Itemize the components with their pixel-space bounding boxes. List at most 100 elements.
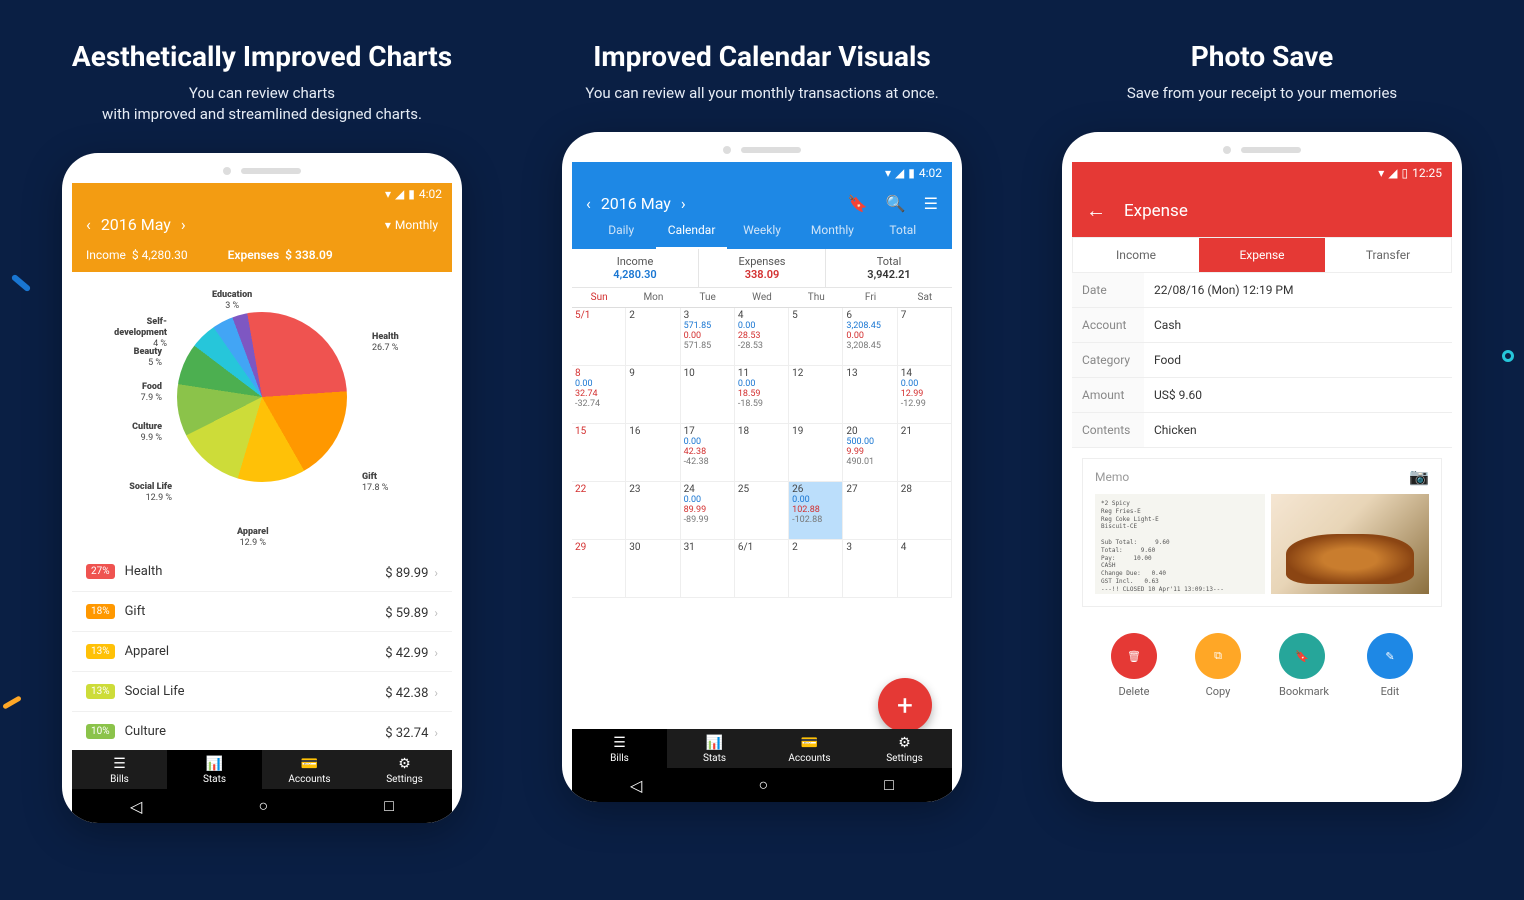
type-tab-income[interactable]: Income — [1073, 238, 1199, 272]
recent-button[interactable]: □ — [884, 775, 894, 795]
search-icon[interactable]: 🔍 — [886, 194, 906, 213]
calendar-cell[interactable]: 10 — [681, 366, 735, 424]
field-value-amount[interactable]: US$ 9.60 — [1144, 378, 1452, 412]
category-row[interactable]: 27%Health$ 89.99› — [72, 552, 452, 592]
percent-badge: 10% — [86, 724, 115, 739]
nav-tab-stats[interactable]: 📊Stats — [667, 729, 762, 768]
bookmark-button[interactable]: 🔖Bookmark — [1279, 633, 1329, 698]
calendar-cell[interactable]: 110.0018.59-18.59 — [735, 366, 789, 424]
next-month-button[interactable]: › — [181, 215, 186, 234]
category-row[interactable]: 13%Apparel$ 42.99› — [72, 632, 452, 672]
calendar-cell[interactable]: 140.0012.99-12.99 — [898, 366, 952, 424]
category-row[interactable]: 18%Gift$ 59.89› — [72, 592, 452, 632]
calendar-cell[interactable]: 3571.850.00571.85 — [681, 308, 735, 366]
add-button[interactable]: + — [878, 678, 932, 732]
bottom-nav: ☰Bills📊Stats💳Accounts⚙Settings — [72, 750, 452, 789]
calendar-cell[interactable]: 18 — [735, 424, 789, 482]
calendar-cell[interactable]: 27 — [843, 482, 897, 540]
nav-tab-stats[interactable]: 📊Stats — [167, 750, 262, 789]
field-label: Amount — [1072, 378, 1144, 412]
next-month-button[interactable]: › — [681, 194, 686, 213]
calendar-cell[interactable]: 2 — [789, 540, 843, 598]
field-value-contents[interactable]: Chicken — [1144, 413, 1452, 447]
calendar-cell[interactable]: 4 — [898, 540, 952, 598]
calendar-cell[interactable]: 21 — [898, 424, 952, 482]
month-label[interactable]: 2016 May — [101, 215, 171, 234]
tab-total[interactable]: Total — [868, 213, 938, 249]
type-tab-transfer[interactable]: Transfer — [1325, 238, 1451, 272]
calendar-cell[interactable]: 19 — [789, 424, 843, 482]
edit-button[interactable]: ✎Edit — [1367, 633, 1413, 698]
nav-tab-settings[interactable]: ⚙Settings — [357, 750, 452, 789]
filter-icon[interactable]: ☰ — [924, 194, 938, 213]
type-tab-expense[interactable]: Expense — [1199, 238, 1325, 272]
calendar-cell[interactable]: 31 — [681, 540, 735, 598]
field-value-account[interactable]: Cash — [1144, 308, 1452, 342]
calendar-cell[interactable]: 9 — [626, 366, 680, 424]
calendar-cell[interactable]: 5 — [789, 308, 843, 366]
back-arrow-icon[interactable]: ← — [1086, 198, 1106, 223]
calendar-cell[interactable]: 12 — [789, 366, 843, 424]
home-button[interactable]: ○ — [758, 775, 768, 795]
tab-daily[interactable]: Daily — [586, 213, 656, 249]
calendar-cell[interactable]: 22 — [572, 482, 626, 540]
card-subtitle: Save from your receipt to your memories — [1127, 83, 1397, 104]
header-bar: ‹ 2016 May › ▾ Monthly Income $ 4,280.30… — [72, 205, 452, 272]
prev-month-button[interactable]: ‹ — [86, 215, 91, 234]
tab-monthly[interactable]: Monthly — [797, 213, 867, 249]
period-selector[interactable]: ▾ Monthly — [385, 218, 438, 232]
food-photo[interactable] — [1271, 494, 1429, 594]
nav-tab-bills[interactable]: ☰Bills — [72, 750, 167, 789]
field-value-category[interactable]: Food — [1144, 343, 1452, 377]
bottom-nav: ☰Bills📊Stats💳Accounts⚙Settings — [572, 729, 952, 768]
category-name: Culture — [125, 724, 166, 739]
nav-tab-bills[interactable]: ☰Bills — [572, 729, 667, 768]
prev-month-button[interactable]: ‹ — [586, 194, 591, 213]
calendar-cell[interactable]: 240.0089.99-89.99 — [681, 482, 735, 540]
back-button[interactable]: ◁ — [130, 797, 142, 816]
back-button[interactable]: ◁ — [630, 776, 642, 795]
delete-button[interactable]: 🗑Delete — [1111, 633, 1157, 698]
calendar-cell[interactable]: 29 — [572, 540, 626, 598]
calendar-cell[interactable]: 260.00102.88-102.88 — [789, 482, 843, 540]
nav-tab-accounts[interactable]: 💳Accounts — [762, 729, 857, 768]
calendar-cell[interactable]: 5/1 — [572, 308, 626, 366]
calendar-cell[interactable]: 28 — [898, 482, 952, 540]
copy-button[interactable]: ⧉Copy — [1195, 633, 1241, 698]
nav-tab-accounts[interactable]: 💳Accounts — [262, 750, 357, 789]
calendar-cell[interactable]: 13 — [843, 366, 897, 424]
month-label[interactable]: 2016 May — [601, 194, 671, 213]
calendar-cell[interactable]: 16 — [626, 424, 680, 482]
home-button[interactable]: ○ — [258, 796, 268, 816]
calendar-cell[interactable]: 15 — [572, 424, 626, 482]
card-calendar: Improved Calendar Visuals You can review… — [532, 40, 992, 823]
field-value-date[interactable]: 22/08/16 (Mon) 12:19 PM — [1144, 273, 1452, 307]
nav-tab-settings[interactable]: ⚙Settings — [857, 729, 952, 768]
calendar-cell[interactable]: 30 — [626, 540, 680, 598]
bookmark-icon[interactable]: 🔖 — [848, 194, 868, 213]
tab-weekly[interactable]: Weekly — [727, 213, 797, 249]
calendar-cell[interactable]: 80.0032.74-32.74 — [572, 366, 626, 424]
calendar-cell[interactable]: 20500.009.99490.01 — [843, 424, 897, 482]
calendar-cell[interactable]: 3 — [843, 540, 897, 598]
calendar-cell[interactable]: 40.0028.53-28.53 — [735, 308, 789, 366]
calendar-cell[interactable]: 7 — [898, 308, 952, 366]
calendar-cell[interactable]: 23 — [626, 482, 680, 540]
category-row[interactable]: 10%Culture$ 32.74› — [72, 712, 452, 752]
expense-label: Expenses — [228, 248, 280, 262]
camera-icon[interactable]: 📷 — [1409, 467, 1429, 486]
card-subtitle: You can review all your monthly transact… — [585, 83, 938, 104]
card-title: Aesthetically Improved Charts — [72, 40, 452, 73]
category-row[interactable]: 13%Social Life$ 42.38› — [72, 672, 452, 712]
calendar-cell[interactable]: 6/1 — [735, 540, 789, 598]
calendar-cell[interactable]: 2 — [626, 308, 680, 366]
field-label: Date — [1072, 273, 1144, 307]
receipt-image[interactable]: *2 SpicyReg Fries-EReg Coke Light-EBiscu… — [1095, 494, 1265, 594]
recent-button[interactable]: □ — [384, 796, 394, 816]
calendar-cell[interactable]: 63,208.450.003,208.45 — [843, 308, 897, 366]
view-tabs: DailyCalendarWeeklyMonthlyTotal — [586, 213, 938, 249]
day-header: Thu — [789, 288, 843, 307]
calendar-cell[interactable]: 170.0042.38-42.38 — [681, 424, 735, 482]
tab-calendar[interactable]: Calendar — [656, 213, 726, 249]
calendar-cell[interactable]: 25 — [735, 482, 789, 540]
